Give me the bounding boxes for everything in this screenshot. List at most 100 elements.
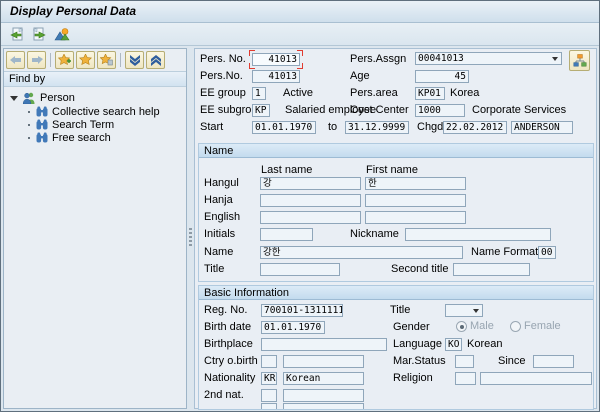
second-title-field[interactable] [453, 263, 530, 276]
religion-text-field[interactable] [480, 372, 592, 385]
name-field[interactable]: 강한 [260, 246, 463, 259]
basic-info-groupbox: Basic Information Reg. No. 700101-131111… [198, 285, 594, 410]
start-date-label: Start [200, 121, 224, 133]
hanja-first-field[interactable] [365, 194, 466, 207]
to-label: to [328, 121, 338, 133]
search-panel-toolbar [4, 49, 186, 71]
birth-date-label: Birth date [204, 321, 252, 333]
toolbar-separator [50, 53, 51, 67]
gender-female-radio[interactable]: Female [510, 320, 561, 333]
end-date-field[interactable]: 31.12.9999 [345, 121, 409, 134]
org-structure-button[interactable] [569, 50, 590, 71]
tree-item-label: Free search [52, 131, 111, 144]
last-name-column-header: Last name [261, 164, 313, 176]
toolbar-separator [120, 53, 121, 67]
age-field[interactable]: 45 [415, 70, 469, 83]
add-favorite-button[interactable] [55, 51, 74, 69]
basic-info-group-header: Basic Information [199, 286, 593, 300]
chgd-by-field[interactable]: ANDERSON [511, 121, 573, 134]
birth-date-field[interactable]: 01.01.1970 [261, 321, 325, 334]
language-field[interactable]: KO [445, 338, 462, 351]
radio-icon [456, 321, 467, 332]
since-field[interactable] [533, 355, 574, 368]
hanja-last-field[interactable] [260, 194, 361, 207]
initials-label: Initials [204, 228, 236, 240]
pers-no-field-focus [249, 50, 303, 69]
pers-no2-label: Pers.No. [200, 70, 243, 82]
english-last-field[interactable] [260, 211, 361, 224]
nationality-label: Nationality [204, 372, 256, 384]
tree-node-label: Person [40, 92, 75, 104]
english-label: English [204, 211, 241, 223]
collapse-node-icon[interactable] [10, 95, 18, 101]
ctry-birth-text-field[interactable] [283, 355, 364, 368]
ee-group-field[interactable]: 1 [252, 87, 266, 100]
person-icon [22, 92, 35, 104]
english-first-field[interactable] [365, 211, 466, 224]
ctry-birth-field[interactable] [261, 355, 277, 368]
previous-record-icon[interactable] [8, 26, 24, 42]
nationality-field[interactable]: KR [261, 372, 277, 385]
main-content: Find by Person Collective search help Se… [1, 47, 599, 411]
hangul-last-field[interactable]: 강 [260, 177, 361, 190]
tree-item-search-term[interactable]: Search Term [4, 118, 186, 131]
tree-node-person[interactable]: Person [4, 91, 186, 105]
delete-favorite-button[interactable] [97, 51, 116, 69]
gender-male-radio[interactable]: Male [456, 320, 494, 333]
panel-splitter[interactable] [187, 48, 194, 409]
title-dropdown[interactable] [445, 304, 483, 317]
gender-label: Gender [393, 321, 430, 333]
pers-area-field[interactable]: KP01 [415, 87, 445, 100]
nickname-field[interactable] [405, 228, 551, 241]
collapse-all-button[interactable] [125, 51, 144, 69]
binoculars-icon [36, 132, 48, 143]
religion-label: Religion [393, 372, 433, 384]
overview-photo-icon[interactable] [54, 26, 70, 42]
bullet-icon [28, 136, 30, 139]
ee-subgroup-field[interactable]: KP [252, 104, 270, 117]
mar-status-label: Mar.Status [393, 355, 446, 367]
nickname-label: Nickname [350, 228, 399, 240]
expand-all-button[interactable] [146, 51, 165, 69]
pers-no-input[interactable] [252, 53, 300, 66]
pers-assgn-dropdown[interactable]: 00041013 [415, 52, 562, 65]
back-icon [9, 56, 21, 64]
second-title-label: Second title [391, 263, 449, 275]
reg-no-label: Reg. No. [204, 304, 248, 316]
bullet-icon [28, 110, 30, 113]
hangul-first-field[interactable]: 한 [365, 177, 466, 190]
reg-no-field[interactable]: 700101-1311111 [261, 304, 343, 317]
hangul-label: Hangul [204, 177, 239, 189]
title-field[interactable] [260, 263, 340, 276]
search-panel: Find by Person Collective search help Se… [3, 48, 187, 409]
birthplace-field[interactable] [261, 338, 387, 351]
second-nat-field[interactable] [261, 389, 277, 402]
tree-item-collective-search-help[interactable]: Collective search help [4, 105, 186, 118]
start-date-field[interactable]: 01.01.1970 [252, 121, 316, 134]
nationality-text-field[interactable]: Korean [283, 372, 364, 385]
search-tree: Person Collective search help Search Ter… [4, 87, 186, 144]
ee-group-text: Active [283, 87, 313, 99]
pers-no2-field[interactable]: 41013 [252, 70, 300, 83]
window-titlebar: Display Personal Data [1, 1, 599, 23]
back-button[interactable] [6, 51, 25, 69]
religion-field[interactable] [455, 372, 476, 385]
initials-field[interactable] [260, 228, 313, 241]
name-format-field[interactable]: 00 [538, 246, 556, 259]
chgd-label: Chgd [417, 121, 444, 133]
language-text: Korean [467, 338, 503, 350]
favorites-button[interactable] [76, 51, 95, 69]
splitter-grip-icon[interactable] [189, 228, 192, 246]
cost-center-field[interactable]: 1000 [415, 104, 465, 117]
extra-nat-field[interactable] [261, 403, 277, 409]
tree-item-free-search[interactable]: Free search [4, 131, 186, 144]
sap-window: Display Personal Data Find by Person Col… [0, 0, 600, 412]
next-record-icon[interactable] [31, 26, 47, 42]
second-nat-text-field[interactable] [283, 389, 364, 402]
favorites-icon [79, 54, 92, 66]
chgd-date-field[interactable]: 22.02.2012 [443, 121, 507, 134]
forward-button[interactable] [27, 51, 46, 69]
mar-status-field[interactable] [455, 355, 474, 368]
extra-nat-text-field[interactable] [283, 403, 364, 409]
title-label: Title [390, 304, 411, 316]
